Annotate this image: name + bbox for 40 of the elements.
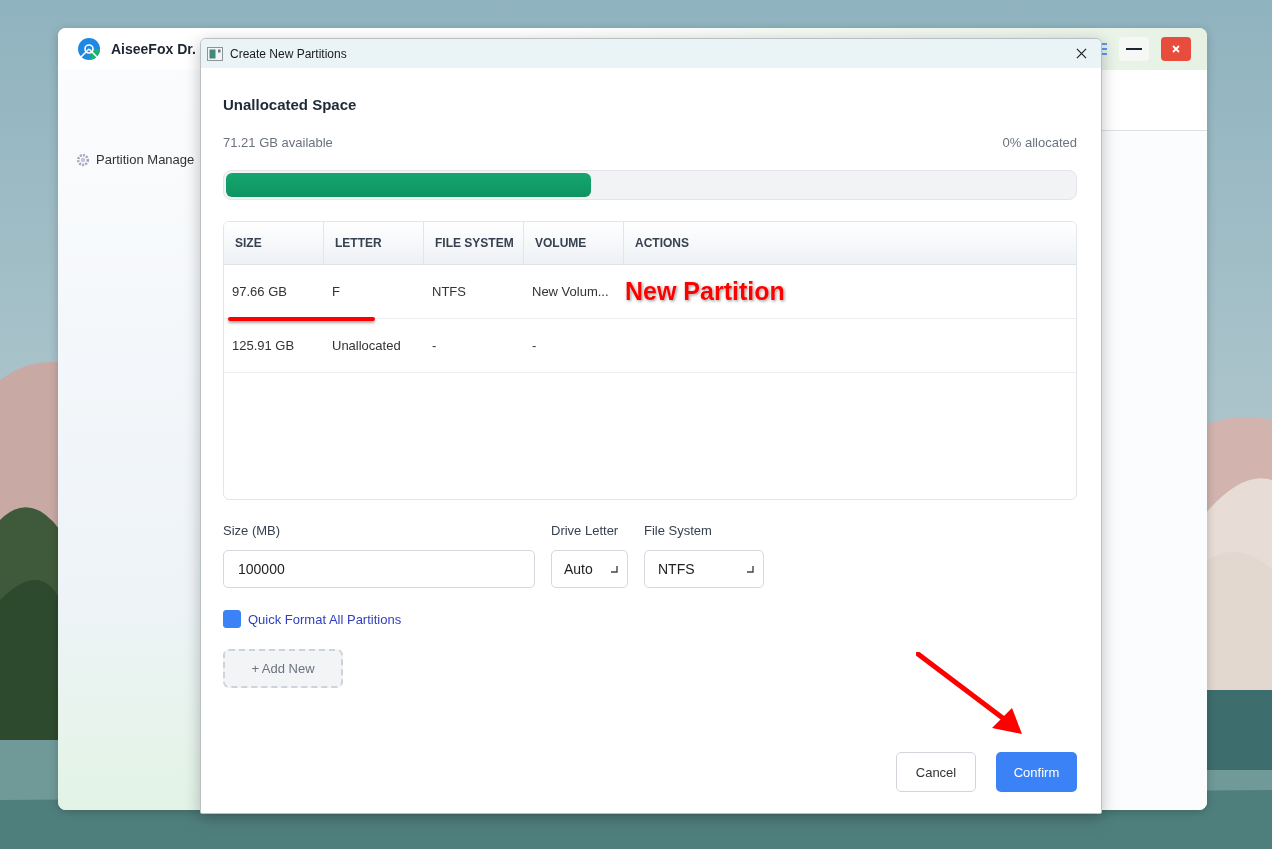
column-header: SIZE bbox=[224, 222, 324, 264]
checkbox-label[interactable]: Quick Format All Partitions bbox=[248, 611, 402, 627]
section-heading: Unallocated Space bbox=[223, 96, 358, 113]
field-label: Drive Letter bbox=[551, 523, 620, 538]
minimize-icon bbox=[1126, 48, 1142, 50]
close-icon bbox=[1172, 45, 1180, 53]
table-cell-text: NTFS bbox=[431, 284, 467, 299]
column-header: ACTIONS bbox=[634, 235, 690, 252]
table-cell-text: - bbox=[431, 338, 438, 353]
app-title: AiseeFox Dr. bbox=[111, 41, 196, 57]
table-cell-text: 97.66 GB bbox=[231, 284, 288, 299]
gear-icon bbox=[76, 152, 90, 167]
field-label: File System bbox=[644, 523, 713, 538]
close-icon bbox=[1075, 48, 1087, 59]
cancel-button[interactable]: Cancel bbox=[896, 752, 976, 792]
table-cell-text: - bbox=[531, 338, 538, 353]
window-title: Create New Partitions bbox=[230, 46, 347, 61]
sidebar-item[interactable]: Partition Manage bbox=[96, 152, 195, 167]
column-header: VOLUME bbox=[524, 222, 624, 264]
column-header: LETTER bbox=[324, 222, 424, 264]
available-text: 71.21 GB available bbox=[223, 135, 333, 150]
caret-icon bbox=[747, 565, 754, 573]
file-system-dropdown[interactable]: NTFS bbox=[644, 550, 764, 588]
window-icon bbox=[207, 46, 223, 61]
field-label: Size (MB) bbox=[223, 523, 282, 538]
confirm-button[interactable]: Confirm bbox=[996, 752, 1077, 792]
table-cell-text: Unallocated bbox=[331, 338, 402, 353]
column-header: FILE SYSTEM bbox=[424, 222, 524, 264]
size-field[interactable]: 100000 bbox=[223, 550, 535, 588]
drive-letter-dropdown[interactable]: Auto bbox=[551, 550, 628, 588]
checkbox[interactable] bbox=[223, 610, 241, 628]
table-cell-text: New Volum... bbox=[531, 284, 610, 299]
annotation-label: New Partition bbox=[625, 277, 785, 306]
allocated-text: 0% allocated bbox=[1002, 135, 1077, 150]
add-new-button[interactable]: + Add New bbox=[223, 649, 343, 688]
table-cell-text: F bbox=[331, 284, 341, 299]
table-cell-text: 125.91 GB bbox=[231, 338, 296, 353]
minimize-button[interactable] bbox=[1119, 37, 1149, 61]
logo-icon bbox=[77, 37, 101, 61]
caret-icon bbox=[611, 565, 618, 573]
